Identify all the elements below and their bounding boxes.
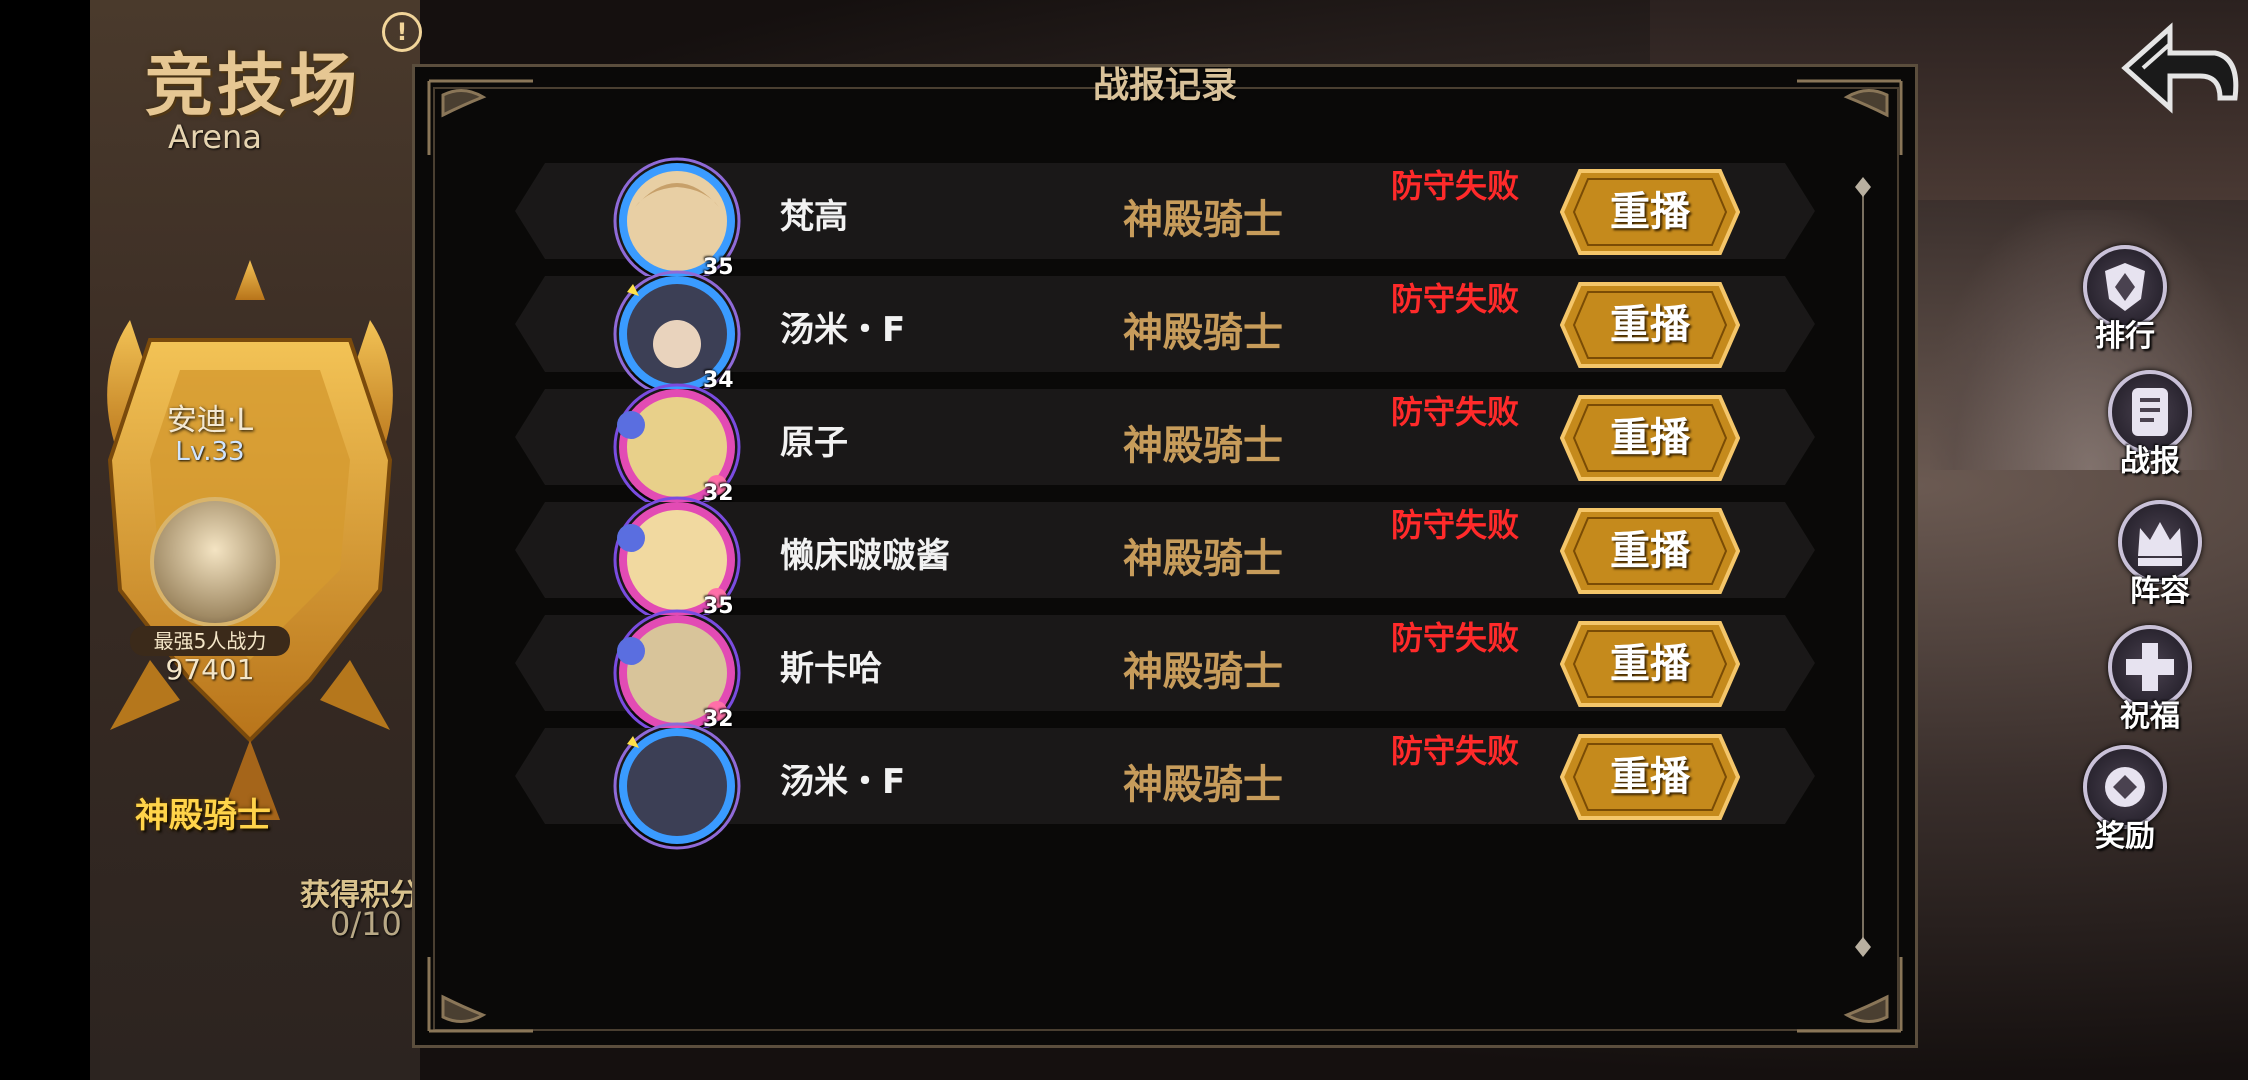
arena-subtitle: Arena	[168, 118, 262, 156]
left-letterbox	[0, 0, 90, 1080]
back-arrow-icon[interactable]	[2115, 18, 2245, 128]
side-label-lineup: 阵容	[2130, 574, 2190, 609]
replay-label: 重播	[1610, 189, 1690, 235]
opponent-name: 梵高	[780, 197, 848, 237]
battle-result: 防守失败	[1391, 393, 1520, 431]
opponent-name: 汤米・F	[780, 310, 906, 350]
battle-record-row: 32 原子 神殿骑士 防守失败 重播	[515, 365, 1815, 511]
score-value: 0/10	[330, 905, 402, 943]
player-avatar[interactable]	[150, 497, 280, 627]
opponent-rank: 神殿骑士	[1123, 762, 1283, 808]
opponent-rank: 神殿骑士	[1123, 423, 1283, 469]
battle-record-row: 汤米・F 神殿骑士 防守失败 重播	[515, 704, 1815, 850]
side-btn-battle-report[interactable]: 战报	[2090, 370, 2210, 490]
player-name: 安迪·L	[166, 403, 254, 438]
opponent-name: 原子	[780, 423, 848, 463]
opponent-rank: 神殿骑士	[1123, 649, 1283, 695]
side-btn-blessing[interactable]: 祝福	[2090, 625, 2210, 745]
battle-result: 防守失败	[1391, 506, 1520, 544]
player-level: Lv.33	[175, 437, 245, 467]
side-btn-ranking[interactable]: 排行	[2065, 245, 2185, 365]
battle-result: 防守失败	[1391, 280, 1520, 318]
player-rank-title: 神殿骑士	[135, 796, 271, 836]
battle-result: 防守失败	[1391, 619, 1520, 657]
side-btn-reward[interactable]: 奖励	[2065, 745, 2185, 865]
opponent-name: 懒床啵啵酱	[780, 536, 950, 576]
battle-result: 防守失败	[1391, 732, 1520, 770]
side-label-battle-report: 战报	[2120, 444, 2180, 479]
replay-button[interactable]: 重播	[1559, 391, 1741, 485]
power-value: 97401	[165, 653, 255, 686]
replay-label: 重播	[1610, 415, 1690, 461]
side-label-ranking: 排行	[2095, 319, 2155, 354]
battle-record-row: 35 梵高 神殿骑士 防守失败 重播	[515, 139, 1815, 285]
replay-label: 重播	[1610, 528, 1690, 574]
battle-record-row: 35 懒床啵啵酱 神殿骑士 防守失败 重播	[515, 478, 1815, 624]
replay-button[interactable]: 重播	[1559, 278, 1741, 372]
replay-button[interactable]: 重播	[1559, 730, 1741, 824]
power-label: 最强5人战力	[130, 626, 290, 656]
opponent-name: 汤米・F	[780, 762, 906, 802]
battle-record-row: 32 斯卡哈 神殿骑士 防守失败 重播	[515, 591, 1815, 737]
replay-button[interactable]: 重播	[1559, 165, 1741, 259]
battle-record-list[interactable]: 35 梵高 神殿骑士 防守失败 重播 34 汤米・F 神殿骑士 防守失败 重播 …	[515, 139, 1845, 991]
battle-record-row: 34 汤米・F 神殿骑士 防守失败 重播	[515, 252, 1815, 398]
replay-button[interactable]: 重播	[1559, 504, 1741, 598]
dialog-title-bar: 战报记录	[1015, 61, 1315, 117]
replay-label: 重播	[1610, 302, 1690, 348]
replay-button[interactable]: 重播	[1559, 617, 1741, 711]
opponent-rank: 神殿骑士	[1123, 536, 1283, 582]
side-label-blessing: 祝福	[2120, 699, 2180, 734]
scrollbar[interactable]	[1855, 177, 1871, 957]
dialog-title: 战报记录	[1092, 65, 1237, 106]
replay-label: 重播	[1610, 754, 1690, 800]
side-label-reward: 奖励	[2095, 819, 2155, 854]
info-icon[interactable]: !	[382, 12, 422, 52]
arena-title: 竞技场	[145, 47, 362, 126]
opponent-rank: 神殿骑士	[1123, 310, 1283, 356]
side-btn-lineup[interactable]: 阵容	[2100, 500, 2220, 620]
replay-label: 重播	[1610, 641, 1690, 687]
opponent-rank: 神殿骑士	[1123, 197, 1283, 243]
battle-result: 防守失败	[1391, 167, 1520, 205]
opponent-name: 斯卡哈	[780, 649, 882, 689]
opponent-avatar[interactable]	[605, 714, 749, 858]
battle-report-dialog: 战报记录 35 梵高 神殿骑士 防守失败 重播 34 汤米・F 神殿骑士 防守失…	[412, 64, 1918, 1048]
